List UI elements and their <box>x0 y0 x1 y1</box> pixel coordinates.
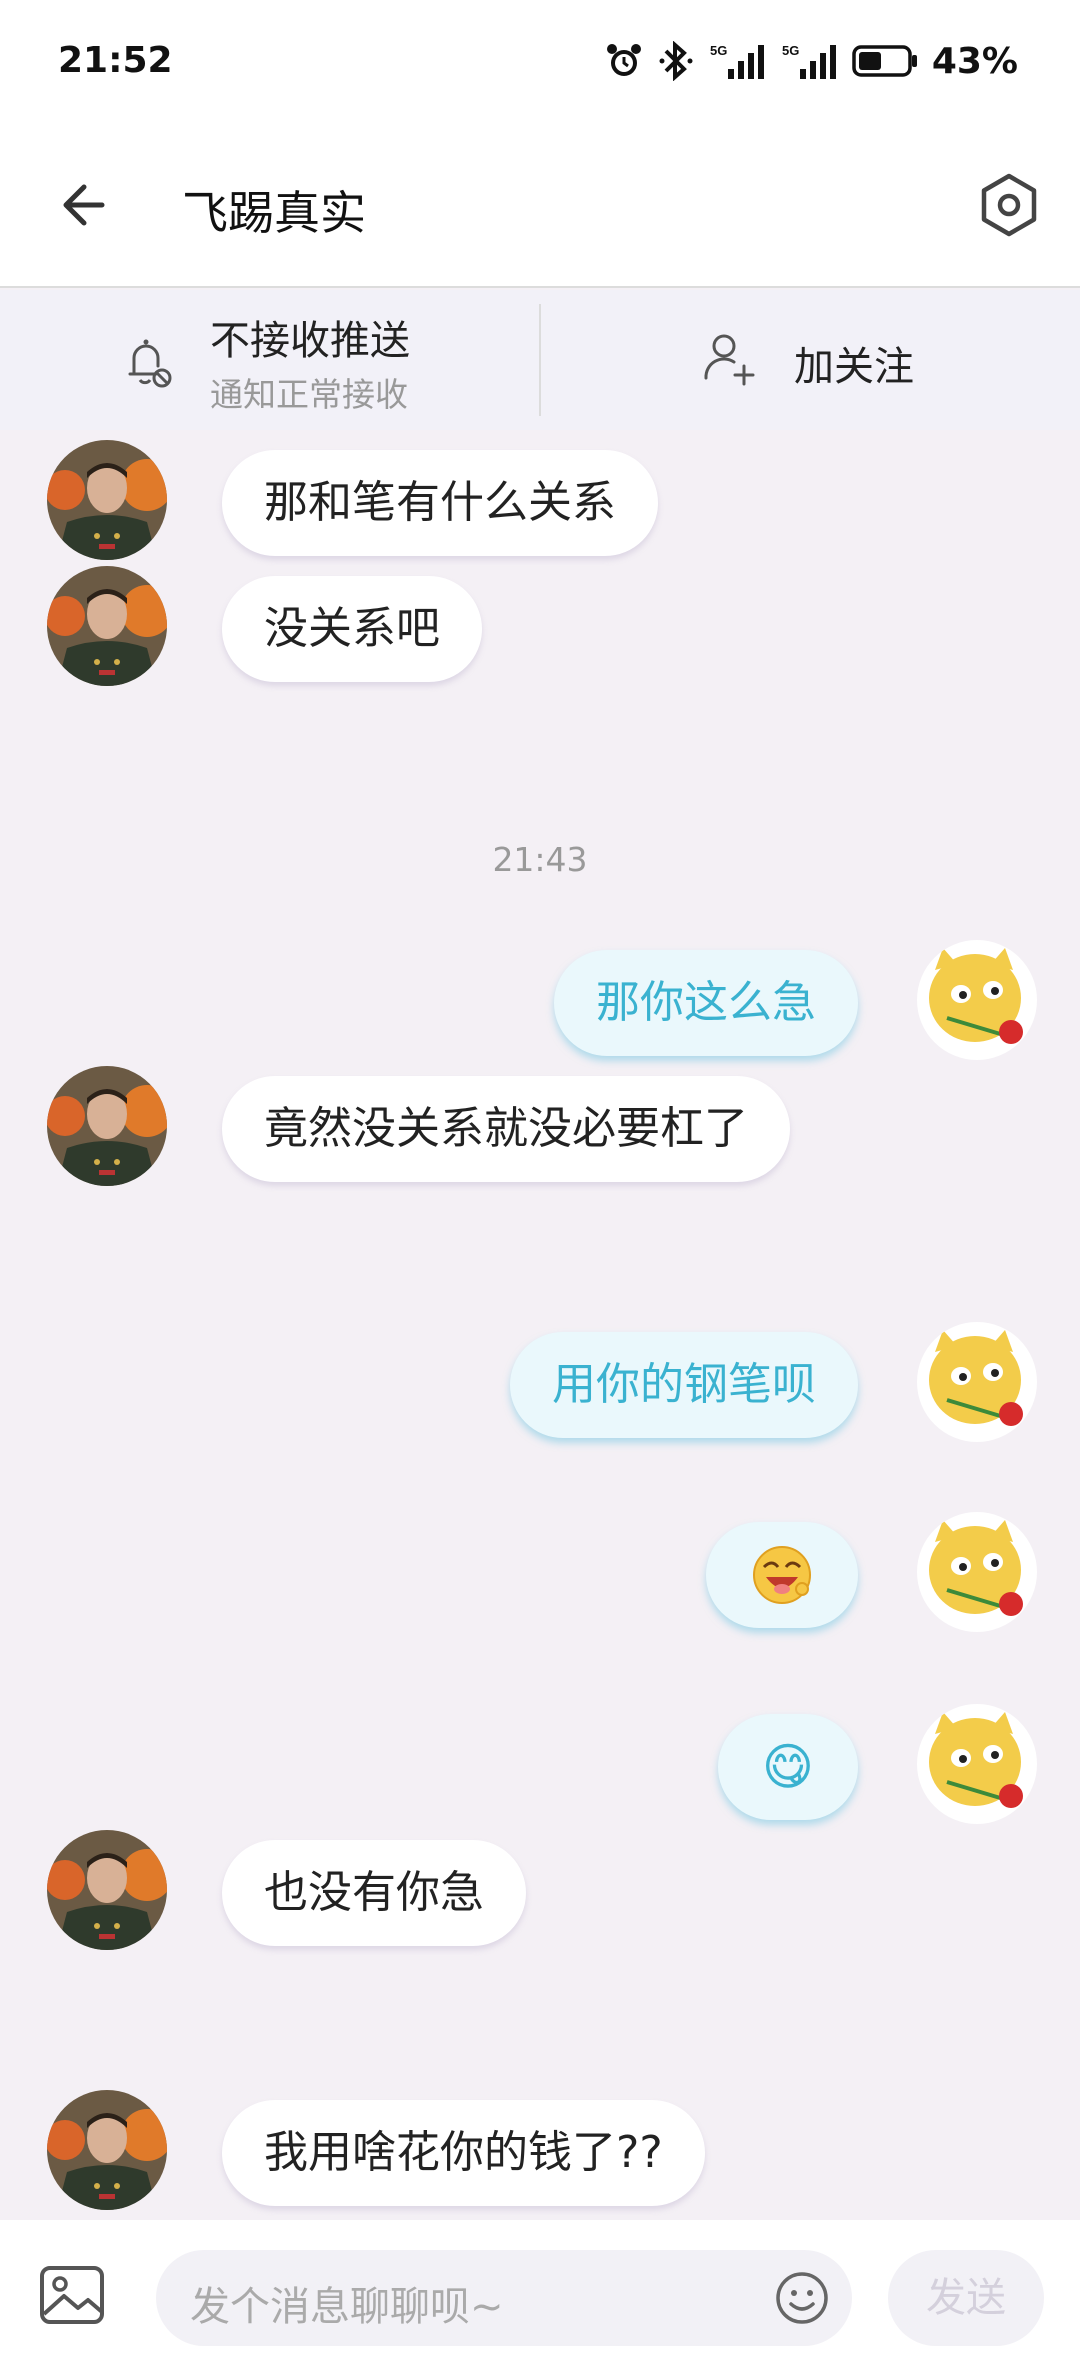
avatar-image <box>47 566 167 686</box>
avatar[interactable] <box>47 1830 167 1950</box>
message-bubble[interactable]: 那你这么急 <box>554 950 858 1056</box>
avatar[interactable] <box>47 440 167 560</box>
status-icons: 5G 5G 43% <box>604 36 1018 86</box>
svg-text:5G: 5G <box>710 43 727 58</box>
avatar[interactable] <box>917 1704 1037 1824</box>
avatar-image <box>47 440 167 560</box>
notification-bar: 不接收推送 通知正常接收 加关注 <box>0 290 1080 430</box>
bluetooth-icon <box>659 41 693 81</box>
avatar-image <box>47 1066 167 1186</box>
back-button[interactable] <box>50 170 120 240</box>
message-bubble[interactable]: 没关系吧 <box>222 576 482 682</box>
avatar[interactable] <box>917 1512 1037 1632</box>
image-button[interactable] <box>38 2264 106 2326</box>
input-bar: 发个消息聊聊呗~ 发送 <box>0 2220 1080 2376</box>
message-bubble[interactable]: 竟然没关系就没必要杠了 <box>222 1076 790 1182</box>
follow-button[interactable]: 加关注 <box>540 290 1080 430</box>
avatar[interactable] <box>917 1322 1037 1442</box>
image-icon <box>40 2266 104 2324</box>
chat-header: 飞踢真实 <box>0 130 1080 288</box>
status-time: 21:52 <box>58 40 173 81</box>
avatar[interactable] <box>47 1066 167 1186</box>
avatar-image <box>47 2090 167 2210</box>
battery-percentage: 43% <box>931 40 1018 82</box>
message-bubble[interactable]: 用你的钢笔呗 <box>510 1332 858 1438</box>
message-row: 没关系吧 <box>0 566 1080 686</box>
avatar-image <box>917 1704 1037 1824</box>
send-button[interactable]: 发送 <box>888 2250 1044 2346</box>
message-bubble[interactable] <box>706 1522 858 1628</box>
message-bubble[interactable]: 我用啥花你的钱了?? <box>222 2100 705 2206</box>
message-bubble[interactable]: 😋 <box>717 1714 858 1820</box>
avatar-image <box>917 940 1037 1060</box>
message-bubble[interactable]: 也没有你急 <box>222 1840 526 1946</box>
message-list[interactable]: 那和笔有什么关系 没关系吧 21:43 那你这么急 竟然没关系就没必要杠了 用你… <box>0 430 1080 2220</box>
message-bubble[interactable]: 那和笔有什么关系 <box>222 450 658 556</box>
smiley-icon <box>776 2272 828 2324</box>
add-user-icon <box>704 334 755 386</box>
avatar[interactable] <box>47 566 167 686</box>
message-row: 我用啥花你的钱了?? <box>0 2090 1080 2210</box>
message-row: 竟然没关系就没必要杠了 <box>0 1066 1080 1186</box>
emoji-button[interactable] <box>774 2270 830 2326</box>
push-setting-title: 不接收推送 <box>210 318 410 364</box>
message-row: 也没有你急 <box>0 1830 1080 1950</box>
push-setting-subtitle: 通知正常接收 <box>210 375 408 414</box>
follow-label: 加关注 <box>794 344 914 390</box>
message-row: 那和笔有什么关系 <box>0 440 1080 560</box>
bell-muted-icon <box>128 339 172 388</box>
message-row: 用你的钢笔呗 <box>0 1322 1080 1442</box>
message-input[interactable]: 发个消息聊聊呗~ <box>156 2250 852 2346</box>
signal-5g-icon: 5G <box>710 43 764 79</box>
settings-button[interactable] <box>974 170 1044 240</box>
svg-text:5G: 5G <box>782 43 799 58</box>
avatar[interactable] <box>917 940 1037 1060</box>
settings-hexagon-icon <box>981 173 1037 237</box>
signal-5g-icon: 5G <box>782 43 836 79</box>
grinning-sticker-icon <box>753 1546 811 1604</box>
avatar-image <box>917 1512 1037 1632</box>
page-title: 飞踢真实 <box>182 186 366 240</box>
message-timestamp: 21:43 <box>492 840 588 879</box>
message-row: 😋 <box>0 1704 1080 1824</box>
avatar-image <box>917 1322 1037 1442</box>
message-row: 那你这么急 <box>0 940 1080 1060</box>
avatar[interactable] <box>47 2090 167 2210</box>
back-arrow-icon <box>63 184 105 226</box>
battery-icon <box>852 45 917 77</box>
avatar-image <box>47 1830 167 1950</box>
alarm-icon <box>606 44 641 76</box>
status-bar: 21:52 5G 5G 43% <box>0 0 1080 130</box>
message-input-placeholder: 发个消息聊聊呗~ <box>190 2284 504 2330</box>
push-setting-button[interactable]: 不接收推送 通知正常接收 <box>0 290 540 430</box>
message-row <box>0 1512 1080 1632</box>
